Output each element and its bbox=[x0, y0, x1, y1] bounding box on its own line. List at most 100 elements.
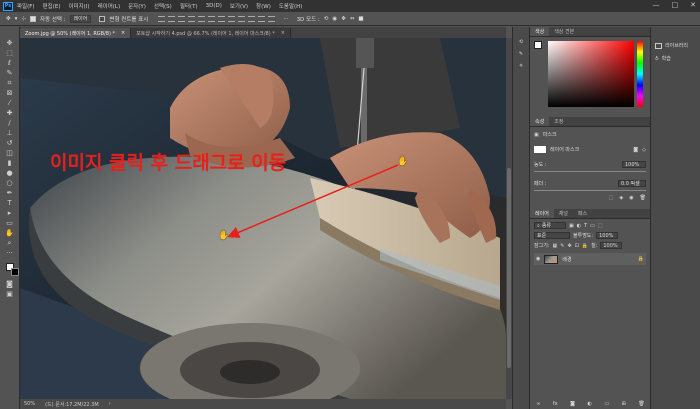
align-middle-icon[interactable] bbox=[168, 15, 176, 22]
filter-adjust-icon[interactable]: ◐ bbox=[577, 223, 581, 229]
crop-tool-icon[interactable]: ⌗ bbox=[4, 79, 16, 88]
fg-color-chip[interactable] bbox=[534, 41, 542, 49]
3d-pan-icon[interactable]: ✥ bbox=[341, 16, 346, 22]
rectangle-tool-icon[interactable]: ▭ bbox=[4, 219, 16, 228]
tab-layers[interactable]: 레이어 bbox=[530, 209, 554, 218]
selection-icon[interactable]: ⬚ bbox=[609, 195, 614, 201]
more-options-icon[interactable]: ··· bbox=[283, 16, 288, 22]
menu-view[interactable]: 보기(V) bbox=[230, 2, 248, 10]
3d-scale-icon[interactable]: ■ bbox=[358, 16, 363, 22]
tab-psd[interactable]: 포토샵 시작하기 4.psd @ 66.7% (레이어 1, 레이어 마스크/8… bbox=[131, 28, 291, 38]
zoom-tool-icon[interactable]: ⌕ bbox=[4, 239, 16, 248]
hand-tool-icon[interactable]: ✋ bbox=[4, 229, 16, 238]
blur-tool-icon[interactable]: ● bbox=[4, 169, 16, 178]
menu-type[interactable]: 문자(Y) bbox=[128, 2, 146, 10]
trash-icon[interactable]: 🗑 bbox=[638, 401, 644, 407]
quick-select-tool-icon[interactable]: ✎ bbox=[4, 69, 16, 78]
3d-roll-icon[interactable]: ◉ bbox=[332, 16, 337, 22]
link-layers-icon[interactable]: ∞ bbox=[536, 401, 540, 407]
menu-edit[interactable]: 편집(E) bbox=[43, 2, 61, 10]
gradient-tool-icon[interactable]: ▮ bbox=[4, 159, 16, 168]
new-layer-icon[interactable]: ⊞ bbox=[622, 401, 626, 407]
chevron-down-icon[interactable]: ▾ bbox=[15, 16, 18, 22]
fx-icon[interactable]: fx bbox=[553, 401, 558, 407]
quick-mask-icon[interactable]: ◙ bbox=[4, 280, 16, 289]
filter-shape-icon[interactable]: ▭ bbox=[590, 223, 595, 229]
menu-image[interactable]: 이미지(I) bbox=[68, 2, 89, 10]
transform-controls-checkbox[interactable] bbox=[99, 15, 106, 22]
layer-mask-thumbnail[interactable] bbox=[534, 146, 546, 153]
lock-pixels-icon[interactable]: ▦ bbox=[553, 243, 558, 249]
paths-icon[interactable]: ⟡ bbox=[519, 63, 522, 69]
apply-mask-icon[interactable]: ◈ bbox=[619, 195, 623, 201]
lasso-tool-icon[interactable]: ℓ bbox=[4, 59, 16, 68]
new-group-icon[interactable]: ▭ bbox=[604, 401, 609, 407]
menu-layer[interactable]: 레이어(L) bbox=[98, 2, 121, 10]
trash-icon[interactable]: 🗑 bbox=[640, 195, 646, 201]
visibility-icon[interactable]: ◉ bbox=[629, 195, 633, 201]
maximize-button[interactable]: □ bbox=[672, 1, 679, 9]
menu-file[interactable]: 파일(F) bbox=[17, 2, 35, 10]
distribute-icon[interactable] bbox=[218, 15, 226, 22]
opacity-field[interactable]: 100% bbox=[596, 232, 619, 239]
auto-select-checkbox[interactable] bbox=[29, 15, 36, 22]
distribute-h-icon[interactable] bbox=[228, 15, 236, 22]
pixel-mask-icon[interactable]: ◙ bbox=[633, 147, 638, 153]
align-right-icon[interactable] bbox=[208, 15, 216, 22]
zoom-level[interactable]: 50% bbox=[24, 401, 35, 407]
menu-filter[interactable]: 필터(T) bbox=[180, 2, 198, 10]
tab-paths[interactable]: 패스 bbox=[573, 209, 592, 218]
brush-tool-icon[interactable]: ∕ bbox=[4, 119, 16, 128]
blend-mode-dropdown[interactable]: 표준 bbox=[534, 232, 570, 239]
learn-panel-button[interactable]: ♁ 학습 bbox=[651, 52, 700, 65]
move-tool-icon[interactable]: ✥ bbox=[6, 16, 11, 22]
distribute-center-icon[interactable] bbox=[258, 15, 266, 22]
lock-position-icon[interactable]: ✥ bbox=[567, 243, 571, 249]
align-top-icon[interactable] bbox=[158, 15, 166, 22]
3d-slide-icon[interactable]: ⇔ bbox=[350, 16, 355, 22]
libraries-panel-button[interactable]: 라이브러리 bbox=[651, 39, 700, 52]
foreground-color-swatch[interactable] bbox=[5, 263, 19, 276]
layer-row[interactable]: ◉ 배경 🔒 bbox=[534, 253, 646, 265]
distribute-v-icon[interactable] bbox=[238, 15, 246, 22]
filter-pixel-icon[interactable]: ▣ bbox=[569, 223, 574, 229]
density-slider[interactable] bbox=[534, 171, 646, 172]
auto-select-dropdown[interactable]: 레이어 bbox=[69, 14, 92, 23]
marquee-tool-icon[interactable]: ⬚ bbox=[4, 49, 16, 58]
visibility-eye-icon[interactable]: ◉ bbox=[536, 256, 540, 262]
tab-channels[interactable]: 채널 bbox=[554, 209, 573, 218]
menu-3d[interactable]: 3D(D) bbox=[206, 3, 222, 9]
align-left-icon[interactable] bbox=[188, 15, 196, 22]
close-button[interactable]: ✕ bbox=[690, 1, 696, 9]
lock-paint-icon[interactable]: ✎ bbox=[560, 243, 564, 249]
hue-slider[interactable] bbox=[637, 41, 643, 107]
menu-window[interactable]: 창(W) bbox=[256, 2, 271, 10]
feather-field[interactable]: 0.0 픽셀 bbox=[618, 180, 646, 187]
history-icon[interactable]: ⟲ bbox=[519, 39, 523, 45]
tab-color[interactable]: 색상 bbox=[530, 27, 550, 36]
feather-slider[interactable] bbox=[534, 190, 646, 191]
pen-tool-icon[interactable]: ✒ bbox=[4, 189, 16, 198]
fill-field[interactable]: 100% bbox=[600, 242, 623, 249]
dodge-tool-icon[interactable]: ○ bbox=[4, 179, 16, 188]
tab-zoom-jpg[interactable]: Zoom.jpg @ 50% (레이어 1, RGB/8) * × bbox=[20, 28, 132, 38]
more-tools-icon[interactable]: ··· bbox=[4, 249, 16, 258]
move-tool-icon[interactable]: ✥ bbox=[4, 39, 16, 48]
saturation-field[interactable] bbox=[548, 41, 634, 107]
tab-adjustments[interactable]: 조정 bbox=[549, 117, 568, 126]
background-color-swatch[interactable] bbox=[10, 268, 19, 276]
minimize-button[interactable]: — bbox=[653, 1, 660, 9]
tab-properties[interactable]: 속성 bbox=[530, 117, 550, 126]
add-mask-icon[interactable]: ◙ bbox=[570, 401, 575, 407]
history-brush-icon[interactable]: ↺ bbox=[4, 139, 16, 148]
frame-tool-icon[interactable]: ⊠ bbox=[4, 89, 16, 98]
chevron-right-icon[interactable]: › bbox=[109, 401, 111, 407]
menu-select[interactable]: 선택(S) bbox=[154, 2, 172, 10]
adjustment-layer-icon[interactable]: ◐ bbox=[588, 401, 592, 407]
lock-artboard-icon[interactable]: ⊡ bbox=[575, 243, 579, 249]
close-icon[interactable]: × bbox=[281, 30, 285, 36]
path-select-icon[interactable]: ▸ bbox=[4, 209, 16, 218]
align-bottom-icon[interactable] bbox=[178, 15, 186, 22]
document-canvas[interactable]: ✋ ✋ 이미지 클릭 후 드래그로 이동 bbox=[20, 38, 506, 399]
type-tool-icon[interactable]: T bbox=[4, 199, 16, 208]
